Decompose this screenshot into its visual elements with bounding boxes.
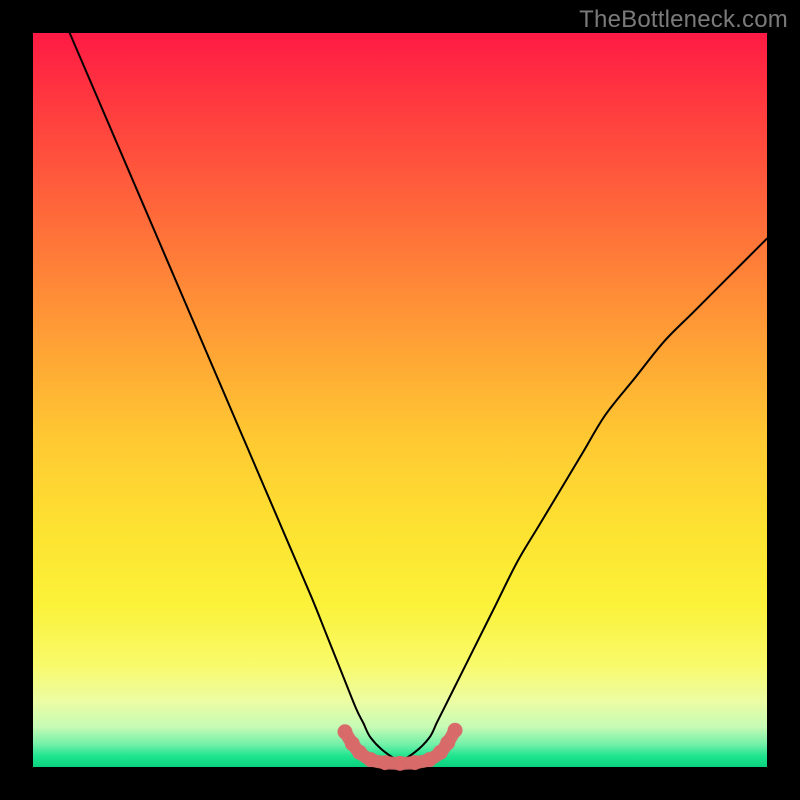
chart-overlay [0, 0, 800, 800]
watermark-text: TheBottleneck.com [579, 6, 788, 34]
chart-markers [337, 723, 462, 771]
chart-curve [70, 33, 767, 760]
chart-frame: TheBottleneck.com [0, 0, 800, 800]
